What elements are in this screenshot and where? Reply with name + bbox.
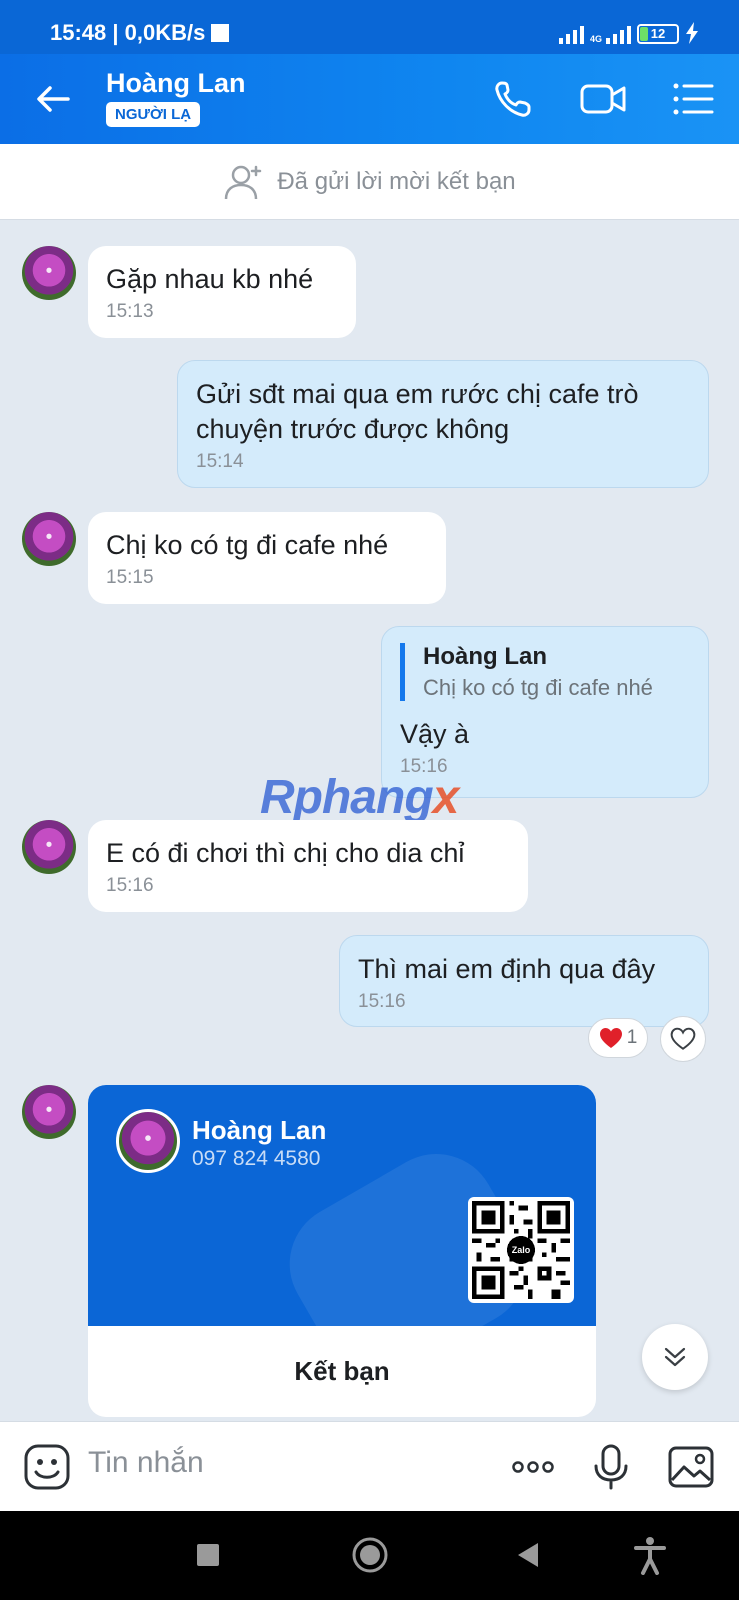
cell-signal-icon	[606, 24, 631, 44]
message-text: Thì mai em định qua đây	[358, 954, 656, 984]
message-text: Chị ko có tg đi cafe nhé	[106, 530, 389, 560]
double-chevron-down-icon	[664, 1347, 686, 1367]
image-gallery-icon[interactable]	[666, 1442, 716, 1492]
react-button[interactable]	[660, 1016, 706, 1062]
quoted-text: Chị ko có tg đi cafe nhé	[423, 675, 653, 700]
status-icons: 4G 12	[558, 22, 699, 44]
scroll-down-button[interactable]	[642, 1324, 708, 1390]
battery-icon: 12	[637, 24, 679, 44]
message-text: Gửi sđt mai qua em rước chị cafe trò chu…	[196, 379, 639, 444]
avatar[interactable]	[22, 820, 76, 874]
quoted-message[interactable]: Hoàng Lan Chị ko có tg đi cafe nhé	[400, 643, 690, 701]
message-time: 15:13	[106, 301, 154, 322]
qr-label: Zalo	[511, 1245, 531, 1255]
heart-filled-icon	[599, 1028, 622, 1048]
menu-list-icon[interactable]	[668, 74, 718, 124]
add-friend-button[interactable]: Kết bạn	[88, 1326, 596, 1417]
microphone-icon[interactable]	[586, 1442, 636, 1492]
watermark-tail: x	[432, 771, 460, 824]
reaction-summary[interactable]: 1	[588, 1018, 648, 1058]
contact-card-name: Hoàng Lan	[192, 1115, 327, 1145]
message-bubble-outgoing[interactable]: Thì mai em định qua đây 15:16	[339, 935, 709, 1027]
video-call-icon[interactable]	[578, 74, 628, 124]
contact-card-phone: 097 824 4580	[192, 1147, 321, 1170]
message-input-bar: Tin nhắn	[0, 1421, 739, 1511]
contact-card-avatar	[116, 1109, 180, 1173]
recent-apps-icon[interactable]	[188, 1535, 228, 1575]
avatar[interactable]	[22, 246, 76, 300]
message-text: Vậy à	[400, 719, 470, 749]
charging-icon	[686, 22, 698, 44]
stranger-badge: NGƯỜI LẠ	[106, 102, 201, 127]
status-time-text: 15:48 | 0,0KB/s	[50, 20, 206, 45]
wifi-signal-icon	[558, 24, 584, 44]
network-type: 4G	[589, 34, 602, 44]
contact-card-header: Hoàng Lan 097 824 4580 Zalo	[88, 1085, 596, 1326]
system-navigation-bar	[0, 1511, 739, 1600]
message-bubble-incoming[interactable]: E có đi chơi thì chị cho dia chỉ 15:16	[88, 820, 528, 912]
avatar[interactable]	[22, 512, 76, 566]
message-time: 15:16	[358, 991, 406, 1012]
message-time: 15:15	[106, 567, 154, 588]
add-friend-icon	[225, 165, 262, 199]
back-nav-icon[interactable]	[508, 1535, 548, 1575]
message-time: 15:14	[196, 451, 244, 472]
status-bar: 15:48 | 0,0KB/s 4G 12	[0, 0, 739, 54]
heart-outline-icon	[670, 1027, 696, 1050]
message-bubble-incoming[interactable]: Chị ko có tg đi cafe nhé 15:15	[88, 512, 446, 604]
chat-header: Hoàng Lan NGƯỜI LẠ	[0, 54, 739, 144]
qr-code-icon: Zalo	[468, 1197, 574, 1303]
avatar[interactable]	[22, 1085, 76, 1139]
contact-name[interactable]: Hoàng Lan	[106, 68, 246, 99]
sticker-icon[interactable]	[22, 1442, 72, 1492]
watermark: Rphangx	[260, 770, 460, 825]
message-bubble-incoming[interactable]: Gặp nhau kb nhé 15:13	[88, 246, 356, 338]
friend-request-bar: Đã gửi lời mời kết bạn	[0, 144, 739, 220]
message-text: E có đi chơi thì chị cho dia chỉ	[106, 838, 465, 868]
message-bubble-outgoing[interactable]: Gửi sđt mai qua em rước chị cafe trò chu…	[177, 360, 709, 488]
quoted-author: Hoàng Lan	[423, 643, 547, 670]
reaction-count: 1	[626, 1027, 638, 1048]
home-icon[interactable]	[350, 1535, 390, 1575]
stop-icon	[211, 24, 230, 42]
battery-level: 12	[650, 26, 666, 41]
contact-card[interactable]: Hoàng Lan 097 824 4580 Zalo Kết bạn	[88, 1085, 596, 1417]
friend-request-text: Đã gửi lời mời kết bạn	[277, 167, 516, 195]
status-time: 15:48 | 0,0KB/s	[50, 20, 230, 46]
back-arrow-icon[interactable]	[30, 76, 76, 122]
message-time: 15:16	[106, 875, 154, 896]
message-input[interactable]: Tin nhắn	[88, 1446, 204, 1480]
message-text: Gặp nhau kb nhé	[106, 264, 314, 294]
accessibility-icon[interactable]	[630, 1535, 670, 1575]
phone-call-icon[interactable]	[488, 74, 538, 124]
more-options-icon[interactable]	[508, 1442, 558, 1492]
watermark-main: Rphang	[260, 771, 434, 824]
